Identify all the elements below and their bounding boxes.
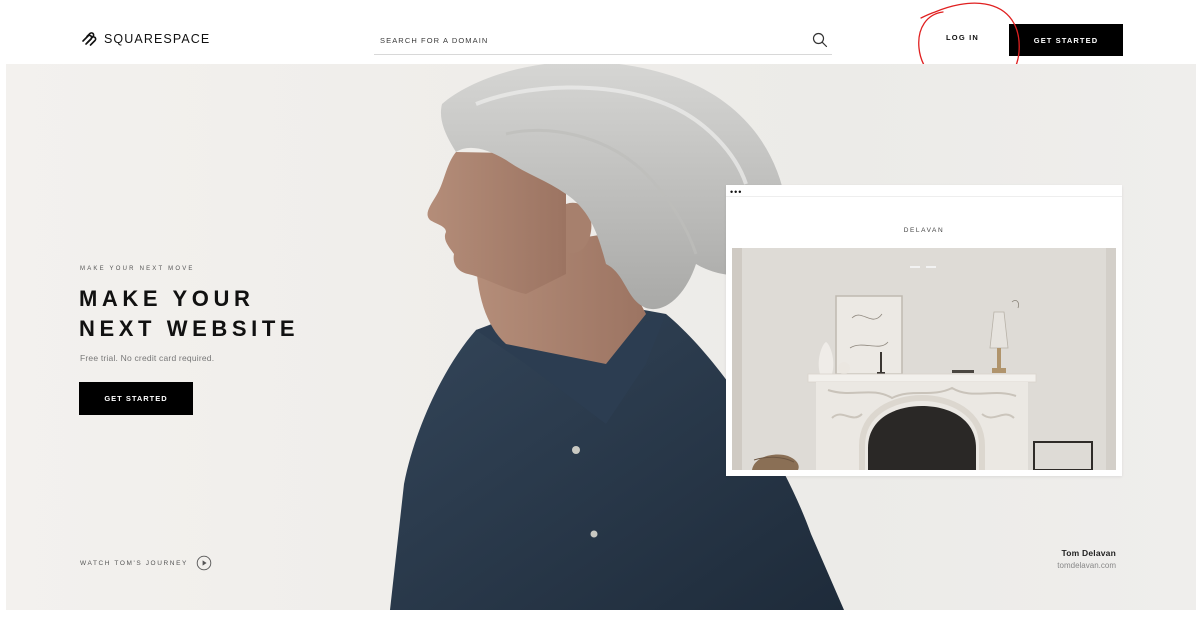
hero-headline: MAKE YOUR NEXT WEBSITE <box>79 284 379 344</box>
top-nav: SQUARESPACE LOG IN GET STARTED <box>0 0 1200 64</box>
get-started-button-header[interactable]: GET STARTED <box>1009 24 1123 56</box>
hero-headline-line-2: NEXT WEBSITE <box>79 316 300 341</box>
domain-search <box>374 26 832 55</box>
photo-credit: Tom Delavan tomdelavan.com <box>1057 548 1116 570</box>
preview-site-title: DELAVAN <box>903 227 945 234</box>
site-preview-window: ••• DELAVAN <box>726 185 1122 476</box>
brand-logo[interactable]: SQUARESPACE <box>80 31 210 47</box>
squarespace-logo-icon <box>82 32 97 46</box>
login-link[interactable]: LOG IN <box>946 33 979 42</box>
search-icon[interactable] <box>812 32 828 48</box>
hero-headline-line-1: MAKE YOUR <box>79 286 255 311</box>
hero-eyebrow: MAKE YOUR NEXT MOVE <box>80 266 195 272</box>
brand-name: SQUARESPACE <box>104 32 211 46</box>
hero-section: MAKE YOUR NEXT MOVE MAKE YOUR NEXT WEBSI… <box>6 64 1196 610</box>
fireplace-photo <box>732 248 1116 470</box>
get-started-button-hero[interactable]: GET STARTED <box>79 382 193 415</box>
play-circle-icon[interactable] <box>196 555 212 571</box>
hero-subline: Free trial. No credit card required. <box>80 353 215 363</box>
window-divider <box>726 196 1122 197</box>
credit-url[interactable]: tomdelavan.com <box>1057 561 1116 570</box>
credit-name: Tom Delavan <box>1061 548 1116 558</box>
domain-search-input[interactable] <box>380 32 800 48</box>
watch-journey-link[interactable]: WATCH TOM'S JOURNEY <box>80 555 212 571</box>
window-dots-icon: ••• <box>730 187 743 197</box>
watch-journey-label: WATCH TOM'S JOURNEY <box>80 559 188 567</box>
